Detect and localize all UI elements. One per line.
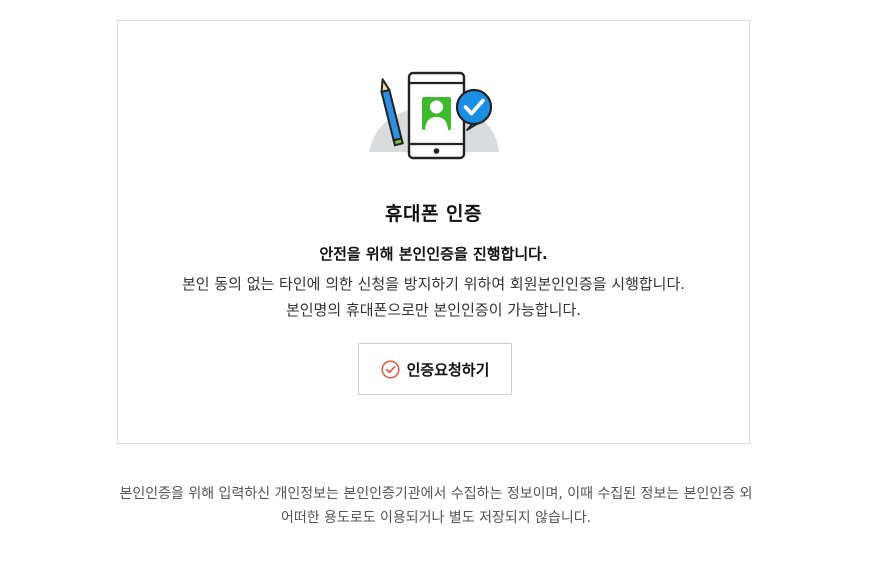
- check-circle-icon: [381, 359, 400, 379]
- description-line: 본인명의 휴대폰으로만 본인인증이 가능합니다.: [285, 301, 582, 319]
- phone-auth-card: 휴대폰 인증 안전을 위해 본인인증을 진행합니다. 본인 동의 없는 타인에 …: [117, 20, 750, 444]
- request-auth-button[interactable]: 인증요청하기: [358, 343, 512, 395]
- card-title: 휴대폰 인증: [384, 203, 482, 225]
- card-subtitle: 안전을 위해 본인인증을 진행합니다.: [319, 245, 548, 263]
- phone-auth-illustration: [366, 68, 506, 163]
- description-line: 본인 동의 없는 타인에 의한 신청을 방지하기 위하여 회원본인인증을 시행합…: [181, 275, 686, 293]
- privacy-notice: 본인인증을 위해 입력하신 개인정보는 본인인증기관에서 수집하는 정보이며, …: [0, 482, 872, 530]
- notice-line: 어떠한 용도로도 이용되거나 별도 저장되지 않습니다.: [280, 510, 592, 526]
- user-icon: [422, 97, 451, 130]
- card-description: 본인 동의 없는 타인에 의한 신청을 방지하기 위하여 회원본인인증을 시행합…: [118, 271, 749, 323]
- request-auth-button-label: 인증요청하기: [406, 360, 490, 379]
- notice-line: 본인인증을 위해 입력하신 개인정보는 본인인증기관에서 수집하는 정보이며, …: [119, 486, 753, 502]
